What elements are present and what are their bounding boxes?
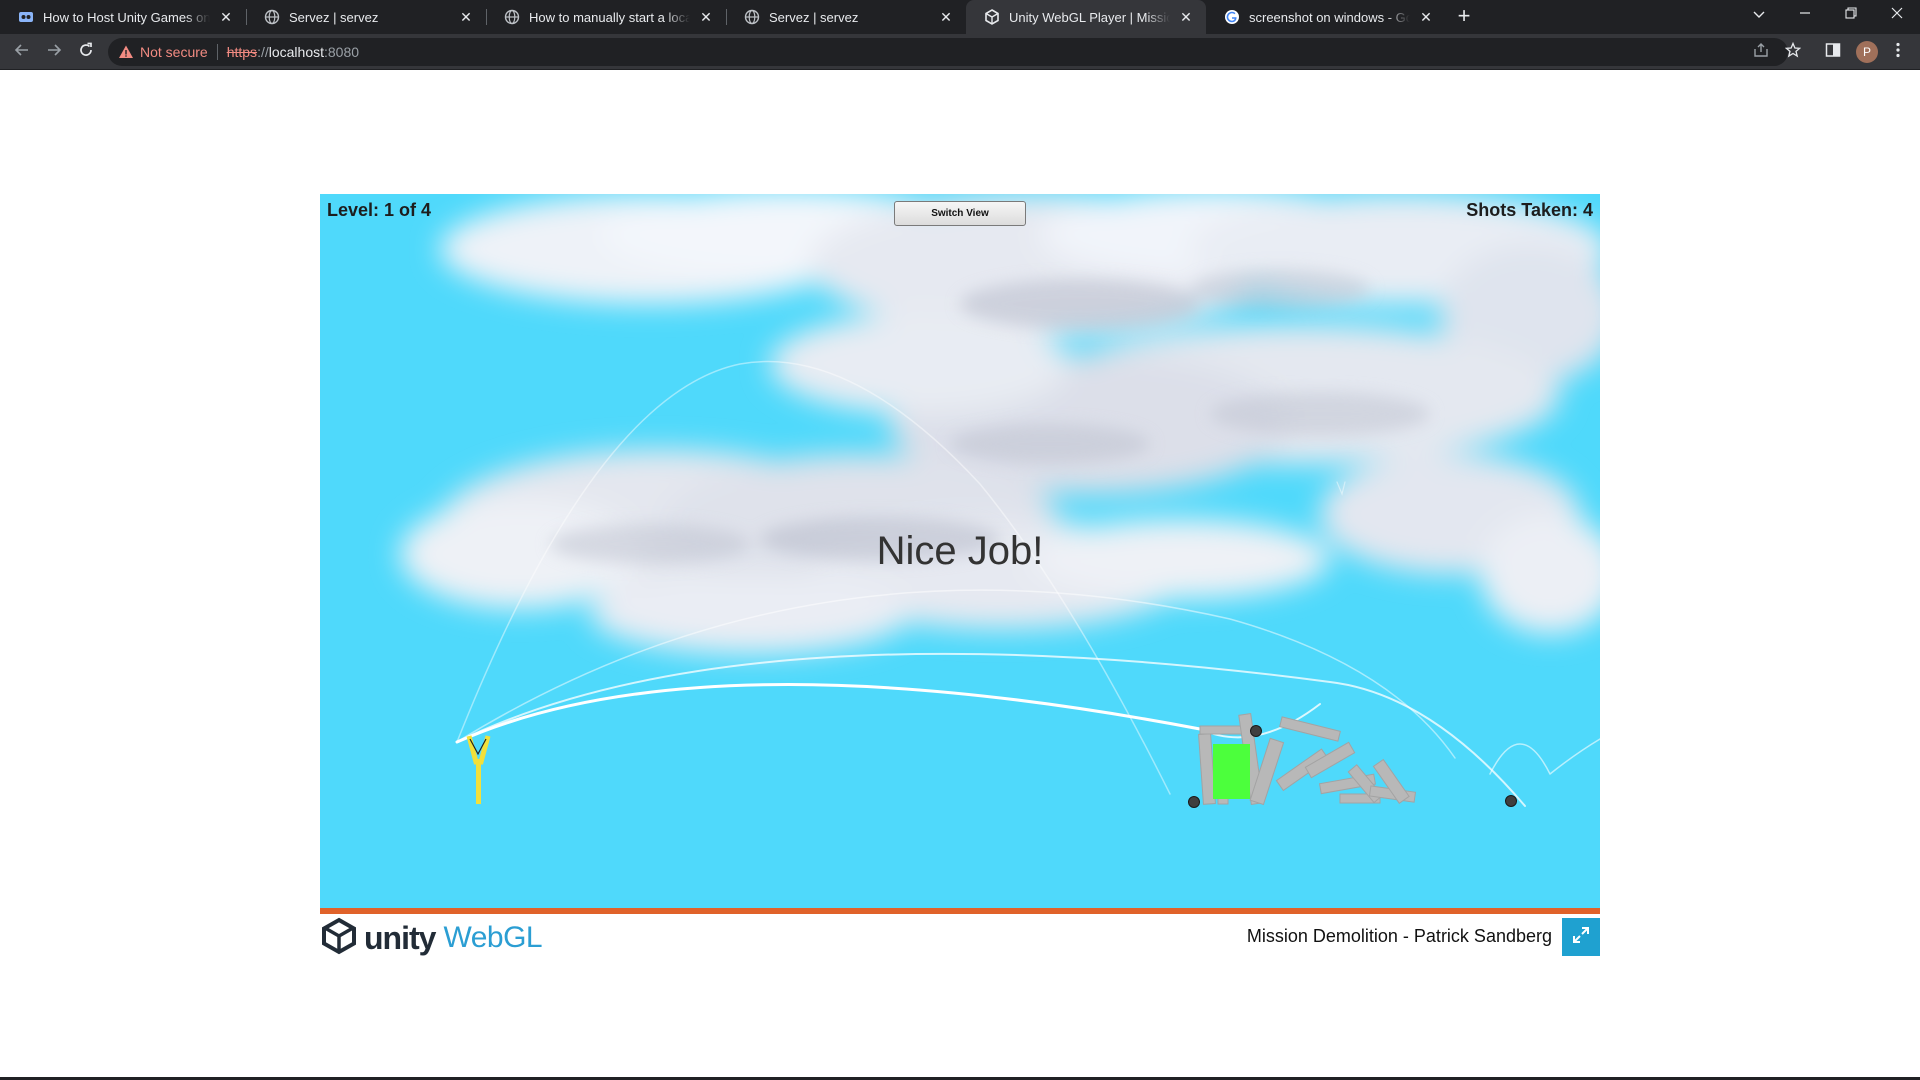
- success-message: Nice Job!: [876, 529, 1044, 573]
- itch-icon: [18, 9, 34, 25]
- shots-taken-indicator: Shots Taken: 4: [1466, 200, 1593, 220]
- unity-icon: [984, 9, 1000, 25]
- close-tab-icon[interactable]: ✕: [458, 9, 474, 25]
- back-button[interactable]: [10, 40, 34, 64]
- tab-manually-start-localhost[interactable]: How to manually start a localhost ✕: [486, 0, 726, 34]
- more-vertical-icon: [1896, 42, 1900, 63]
- globe-icon: [504, 9, 520, 25]
- arrow-right-icon: [46, 42, 62, 63]
- close-tab-icon[interactable]: ✕: [938, 9, 954, 25]
- game-title: Mission Demolition - Patrick Sandberg: [1246, 926, 1552, 946]
- google-icon: [1224, 9, 1240, 25]
- close-tab-icon[interactable]: ✕: [1418, 9, 1434, 25]
- tab-title: How to manually start a localhost: [529, 9, 690, 25]
- address-bar[interactable]: Not secure https :// localhost :8080: [108, 38, 1788, 66]
- close-tab-icon[interactable]: ✕: [1178, 9, 1194, 25]
- share-icon: [1753, 42, 1769, 63]
- warning-icon: [118, 44, 134, 60]
- tab-title: How to Host Unity Games on the: [43, 9, 210, 25]
- unity-wordmark: unity: [364, 919, 436, 956]
- fullscreen-icon: [1572, 926, 1590, 949]
- profile-avatar[interactable]: P: [1856, 41, 1878, 63]
- unity-webgl-logo: unity WebGL: [320, 917, 543, 960]
- url-port: :8080: [324, 44, 360, 60]
- reload-icon: [78, 42, 94, 63]
- close-tab-icon[interactable]: ✕: [218, 9, 234, 25]
- tab-title: Servez | servez: [289, 9, 379, 25]
- globe-icon: [264, 9, 280, 25]
- address-divider: [216, 44, 218, 60]
- tab-title: Servez | servez: [769, 9, 859, 25]
- tab-servez-1[interactable]: Servez | servez ✕: [246, 0, 486, 34]
- tab-strip: How to Host Unity Games on the ✕ Servez …: [0, 0, 1920, 34]
- close-icon: [1891, 6, 1903, 24]
- star-icon: [1784, 41, 1802, 63]
- globe-icon: [744, 9, 760, 25]
- restore-icon: [1845, 6, 1857, 24]
- tab-google-search[interactable]: screenshot on windows - Google ✕: [1206, 0, 1446, 34]
- level-indicator: Level: 1 of 4: [327, 200, 432, 220]
- tab-servez-2[interactable]: Servez | servez ✕: [726, 0, 966, 34]
- forward-button[interactable]: [42, 40, 66, 64]
- minimize-button[interactable]: [1782, 0, 1828, 30]
- arrow-left-icon: [14, 42, 30, 63]
- share-button[interactable]: [1751, 42, 1771, 62]
- unity-canvas[interactable]: Level: 1 of 4 Shots Taken: 4 Switch View…: [320, 194, 1600, 914]
- url-separator: ://: [257, 44, 269, 60]
- url-protocol: https: [226, 44, 258, 60]
- reload-button[interactable]: [74, 40, 98, 64]
- new-tab-button[interactable]: +: [1452, 5, 1476, 29]
- minimize-icon: [1799, 6, 1811, 24]
- side-panel-button[interactable]: [1823, 42, 1843, 62]
- tab-unity-webgl-player[interactable]: Unity WebGL Player | Mission De ✕: [966, 0, 1206, 34]
- close-tab-icon[interactable]: ✕: [698, 9, 714, 25]
- close-window-button[interactable]: [1874, 0, 1920, 30]
- tab-title: Unity WebGL Player | Mission De: [1009, 9, 1170, 25]
- goal-area: [1213, 744, 1250, 799]
- tab-search-button[interactable]: [1736, 0, 1782, 30]
- bookmark-button[interactable]: [1783, 41, 1803, 63]
- tab-title: screenshot on windows - Google: [1249, 9, 1410, 25]
- webgl-wordmark: WebGL: [443, 921, 543, 954]
- browser-toolbar: Not secure https :// localhost :8080: [0, 34, 1920, 70]
- unity-cube-icon: [320, 917, 358, 960]
- chevron-down-icon: [1753, 6, 1765, 24]
- switch-view-button[interactable]: Switch View: [894, 201, 1026, 226]
- restore-button[interactable]: [1828, 0, 1874, 30]
- security-chip-label[interactable]: Not secure: [140, 44, 208, 60]
- fullscreen-button[interactable]: [1562, 918, 1600, 956]
- menu-button[interactable]: [1888, 42, 1908, 62]
- tab-host-unity-games[interactable]: How to Host Unity Games on the ✕: [0, 0, 246, 34]
- unity-footer: unity WebGL Mission Demolition - Patrick…: [320, 914, 1600, 960]
- side-panel-icon: [1825, 42, 1841, 63]
- url-host: localhost: [268, 44, 324, 60]
